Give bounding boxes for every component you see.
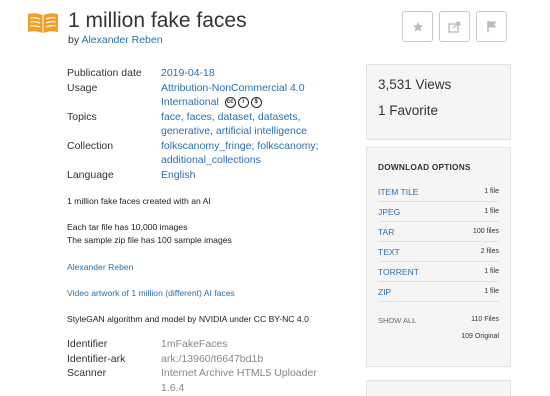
publication-date-link[interactable]: 2019-04-18 [161, 66, 331, 81]
download-format-link[interactable]: TEXT [378, 247, 400, 257]
collection-links[interactable]: folkscanomy_fringe; folkscanomy; [161, 140, 319, 152]
download-file-count: 1 file [484, 288, 499, 295]
identifier-list: Identifier 1mFakeFaces Identifier-ark ar… [67, 337, 317, 395]
favorites-count: 1 Favorite [378, 103, 439, 118]
metadata-row-language: Language English [67, 168, 331, 183]
share-button[interactable] [439, 11, 470, 42]
identifier-value-cont: 1.6.4 [161, 381, 185, 394]
download-options-panel: DOWNLOAD OPTIONS ITEM TILE 1 file JPEG 1… [366, 147, 511, 367]
download-file-count: 2 files [480, 248, 499, 255]
page-title: 1 million fake faces [68, 9, 247, 32]
collection-links-cont[interactable]: additional_collections [161, 154, 261, 166]
cc-license-icons[interactable]: cc i $ [224, 96, 264, 108]
download-format-link[interactable]: ZIP [378, 287, 391, 297]
metadata-row-topics: Topics face, faces, dataset, datasets, g… [67, 110, 331, 139]
favorite-button[interactable] [402, 11, 433, 42]
metadata-row-usage: Usage Attribution-NonCommercial 4.0 Inte… [67, 81, 331, 110]
download-options-title: DOWNLOAD OPTIONS [378, 162, 471, 172]
flag-icon [486, 21, 496, 33]
lower-panel [366, 380, 511, 396]
identifier-row: Scanner Internet Archive HTML5 Uploader … [67, 366, 317, 395]
topics-links-cont[interactable]: generative, artificial intelligence [161, 125, 307, 137]
author-link[interactable]: Alexander Reben [81, 34, 162, 46]
download-row: ZIP 1 file [378, 282, 499, 302]
metadata-key: Collection [67, 139, 114, 152]
show-all-row: SHOW ALL 110 Files [378, 316, 499, 325]
star-icon [412, 21, 423, 32]
views-count: 3,531 Views [378, 77, 452, 92]
language-link[interactable]: English [161, 168, 331, 183]
metadata-list: Publication date 2019-04-18 Usage Attrib… [67, 66, 331, 182]
identifier-value: 1mFakeFaces [161, 338, 228, 350]
download-row: JPEG 1 file [378, 202, 499, 222]
metadata-row-date: Publication date 2019-04-18 [67, 66, 331, 81]
total-files: 110 Files [471, 316, 499, 323]
nc-icon: $ [250, 96, 262, 108]
metadata-row-collection: Collection folkscanomy_fringe; folkscano… [67, 139, 331, 168]
identifier-key: Identifier [67, 338, 108, 350]
download-row: TEXT 2 files [378, 242, 499, 262]
identifier-row: Identifier-ark ark:/13960/t6647bd1b [67, 352, 317, 367]
metadata-key: Language [67, 168, 114, 181]
license-link[interactable]: Attribution-NonCommercial 4.0 [161, 82, 305, 94]
metadata-key: Usage [67, 81, 98, 94]
identifier-key: Identifier-ark [67, 352, 126, 365]
item-actions [402, 11, 513, 42]
byline: by Alexander Reben [68, 34, 163, 46]
byline-prefix: by [68, 34, 80, 46]
download-row: TORRENT 1 file [378, 262, 499, 282]
download-file-count: 1 file [484, 188, 499, 195]
download-file-count: 1 file [484, 208, 499, 215]
video-artwork-link[interactable]: Video artwork of 1 million (different) A… [67, 288, 235, 298]
by-icon: i [237, 96, 249, 108]
description-text: 1 million fake faces created with an AI [67, 196, 211, 206]
metadata-key: Topics [67, 110, 97, 123]
download-format-link[interactable]: TAR [378, 227, 394, 237]
download-format-link[interactable]: TORRENT [378, 267, 419, 277]
topics-links[interactable]: face, faces, dataset, datasets, [161, 111, 301, 123]
flag-button[interactable] [476, 11, 507, 42]
download-row: ITEM TILE 1 file [378, 182, 499, 202]
share-icon [448, 21, 461, 33]
identifier-row: Identifier 1mFakeFaces [67, 337, 317, 352]
download-row: TAR 100 files [378, 222, 499, 242]
license-link-cont[interactable]: International [161, 96, 219, 108]
description-text: The sample zip file has 100 sample image… [67, 235, 232, 245]
original-files: 109 Original [461, 333, 499, 340]
metadata-key: Publication date [67, 67, 142, 79]
download-file-count: 100 files [472, 228, 499, 235]
book-icon [28, 13, 58, 33]
identifier-value: ark:/13960/t6647bd1b [161, 352, 264, 365]
download-format-link[interactable]: ITEM TILE [378, 187, 418, 197]
description-text: StyleGAN algorithm and model by NVIDIA u… [67, 314, 309, 324]
identifier-key: Scanner [67, 367, 107, 379]
download-format-link[interactable]: JPEG [378, 207, 400, 217]
download-file-count: 1 file [484, 268, 499, 275]
description-text: Each tar file has 10,000 images [67, 222, 188, 232]
author-description-link[interactable]: Alexander Reben [67, 262, 133, 272]
show-all-link[interactable]: SHOW ALL [378, 316, 416, 325]
stats-panel: 3,531 Views 1 Favorite [366, 64, 511, 140]
cc-icon: cc [224, 96, 236, 108]
identifier-value: Internet Archive HTML5 Uploader [161, 367, 317, 379]
